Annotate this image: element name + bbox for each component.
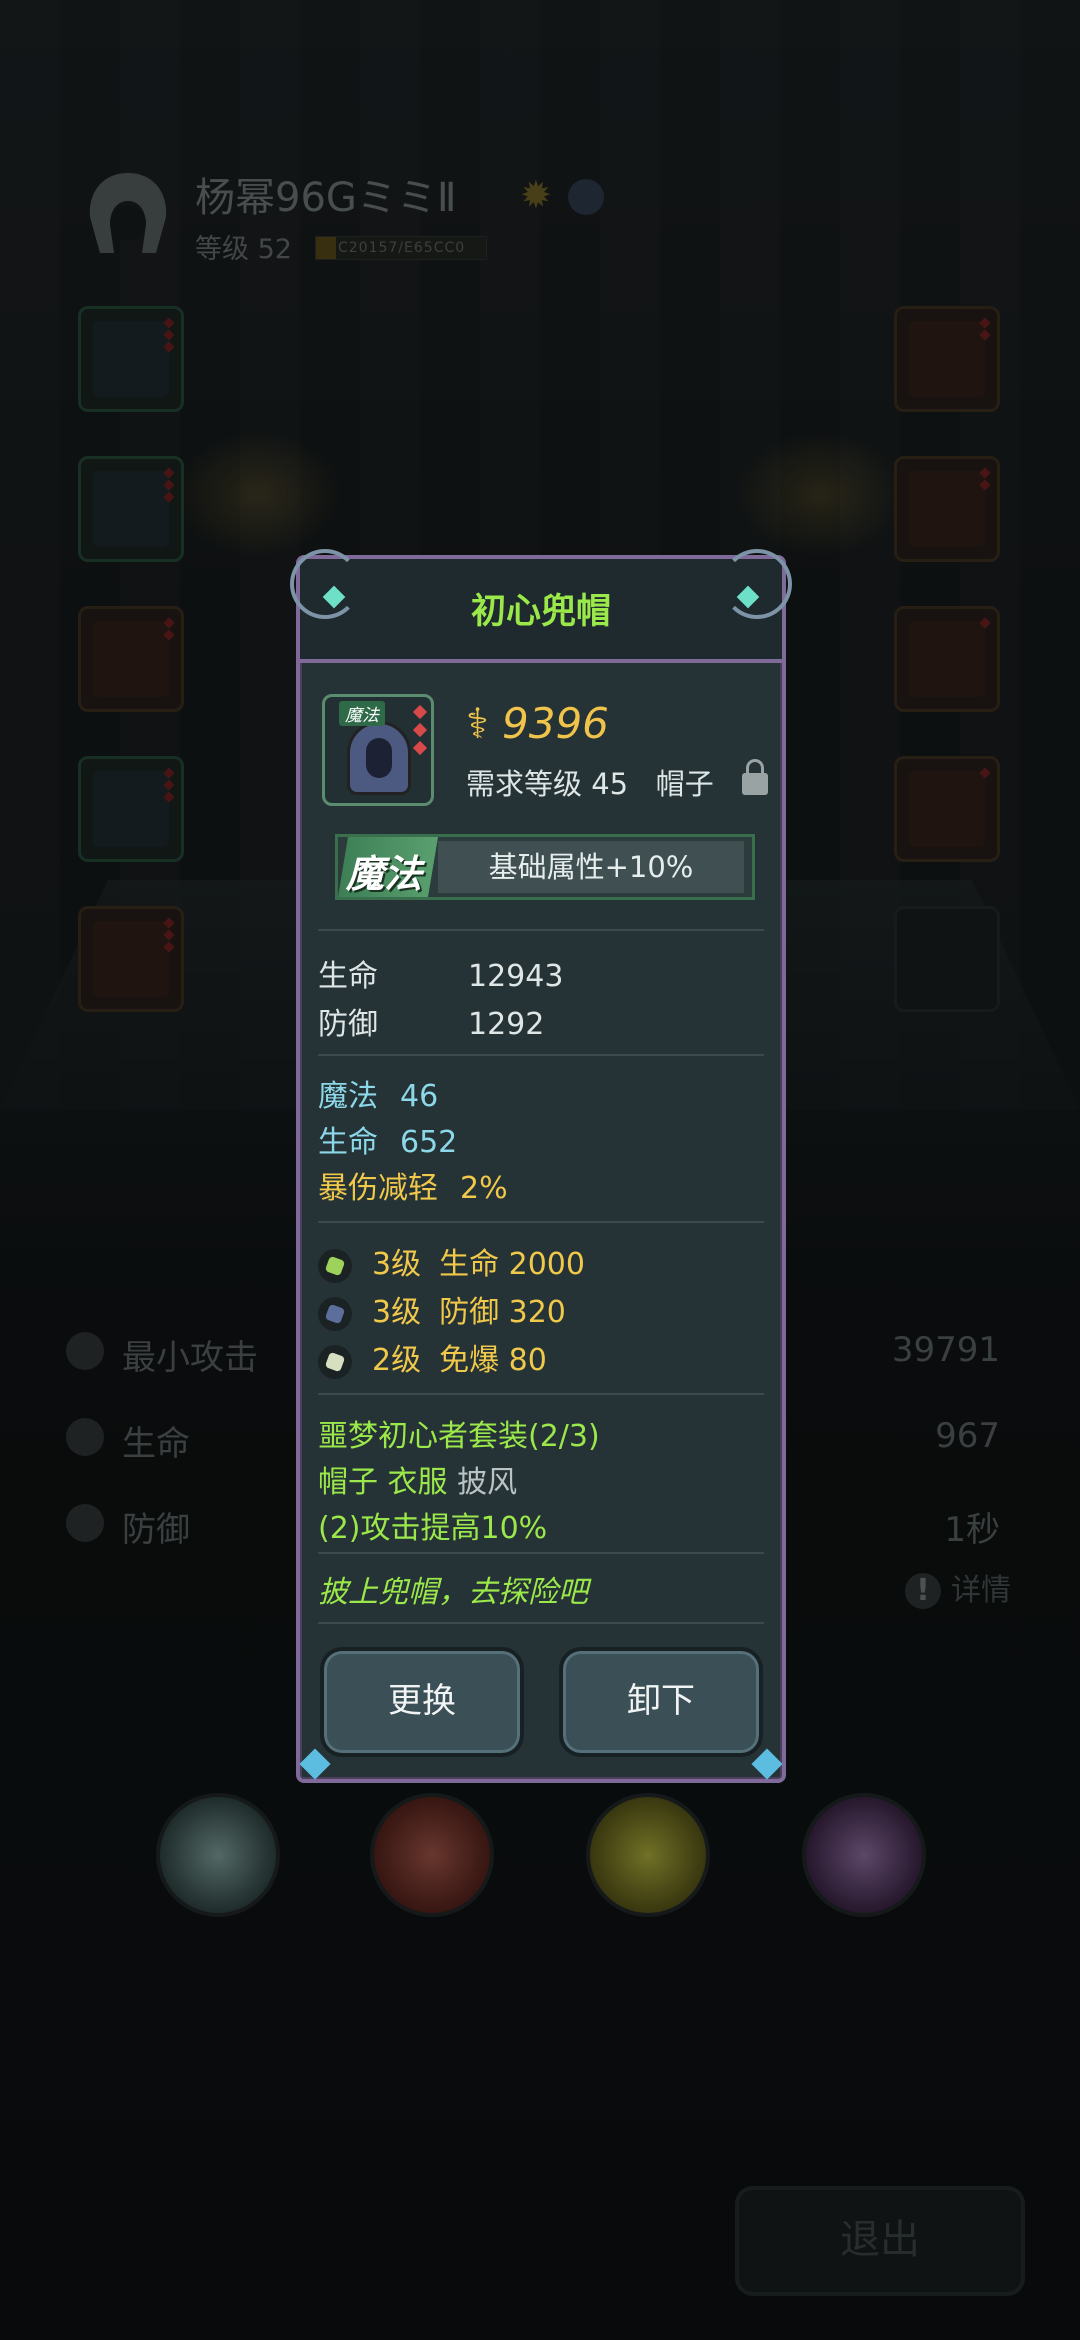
- item-requirement: 需求等级 45 帽子: [466, 761, 714, 803]
- divider: [318, 929, 764, 931]
- requirement-text: 需求等级 45: [466, 767, 629, 801]
- stat-value: 652: [400, 1125, 458, 1160]
- set-parts: 帽子 衣服 披风: [318, 1457, 517, 1501]
- extra-stat-row: 暴伤减轻 2%: [318, 1163, 508, 1207]
- corner-gem-icon: [751, 1748, 783, 1780]
- stat-value: 2%: [460, 1171, 508, 1206]
- set-name: 噩梦初心者套装(2/3): [318, 1419, 600, 1454]
- stat-label: 暴伤减轻: [318, 1171, 438, 1206]
- item-power: ⚕ 9396: [466, 699, 609, 748]
- white-gem-icon: [318, 1344, 352, 1379]
- base-stat-row: 生命 12943: [318, 951, 563, 995]
- item-icon-tag: 魔法: [339, 701, 385, 726]
- green-gem-icon: [318, 1248, 352, 1283]
- stat-value: 12943: [468, 959, 564, 994]
- stat-label: 防御: [318, 1007, 378, 1042]
- set-parts-inactive: 披风: [457, 1465, 518, 1500]
- flavor-text: 披上兜帽，去探险吧: [318, 1575, 588, 1610]
- slot-type-text: 帽子: [655, 767, 714, 801]
- item-detail-panel: 初心兜帽 魔法 ⚕ 9396 需求等级 45 帽子 魔法 基础属性+10% 生命 1…: [290, 549, 792, 1783]
- stat-value: 1292: [468, 1007, 545, 1042]
- power-value: 9396: [502, 699, 609, 748]
- item-icon: 魔法: [322, 694, 434, 806]
- gem-row: 3级 生命 2000: [318, 1239, 585, 1283]
- gem-text: 防御 320: [439, 1295, 566, 1330]
- power-icon: ⚕: [466, 699, 489, 748]
- divider: [318, 1054, 764, 1056]
- corner-gem-icon: [299, 1748, 331, 1780]
- gem-text: 免爆 80: [439, 1343, 547, 1378]
- divider: [318, 1552, 764, 1554]
- stat-value: 46: [400, 1079, 439, 1114]
- blue-gem-icon: [318, 1296, 352, 1331]
- gem-row: 2级 免爆 80: [318, 1335, 547, 1379]
- gem-level: 3级: [372, 1295, 422, 1330]
- stat-label: 魔法: [318, 1079, 378, 1114]
- hood-icon: [347, 721, 411, 795]
- quality-bar: 魔法 基础属性+10%: [335, 834, 755, 900]
- gem-level: 2级: [372, 1343, 422, 1378]
- replace-button[interactable]: 更换: [320, 1647, 524, 1757]
- gem-row: 3级 防御 320: [318, 1287, 566, 1331]
- gem-level: 3级: [372, 1247, 422, 1282]
- quality-label: 魔法: [346, 852, 423, 896]
- stat-label: 生命: [318, 1125, 378, 1160]
- divider: [318, 1221, 764, 1223]
- extra-stat-row: 魔法 46: [318, 1071, 438, 1115]
- panel-header: 初心兜帽: [290, 549, 792, 663]
- set-parts-active: 帽子 衣服: [318, 1465, 448, 1500]
- stat-label: 生命: [318, 959, 378, 994]
- base-stat-row: 防御 1292: [318, 999, 544, 1043]
- set-bonus: (2)攻击提高10%: [318, 1511, 548, 1546]
- item-title: 初心兜帽: [470, 592, 611, 632]
- quality-desc: 基础属性+10%: [438, 841, 744, 893]
- unequip-button[interactable]: 卸下: [559, 1647, 763, 1757]
- divider: [318, 1622, 764, 1624]
- gem-text: 生命 2000: [439, 1247, 585, 1282]
- divider: [318, 1393, 764, 1395]
- extra-stat-row: 生命 652: [318, 1117, 457, 1161]
- lock-icon[interactable]: [742, 759, 768, 795]
